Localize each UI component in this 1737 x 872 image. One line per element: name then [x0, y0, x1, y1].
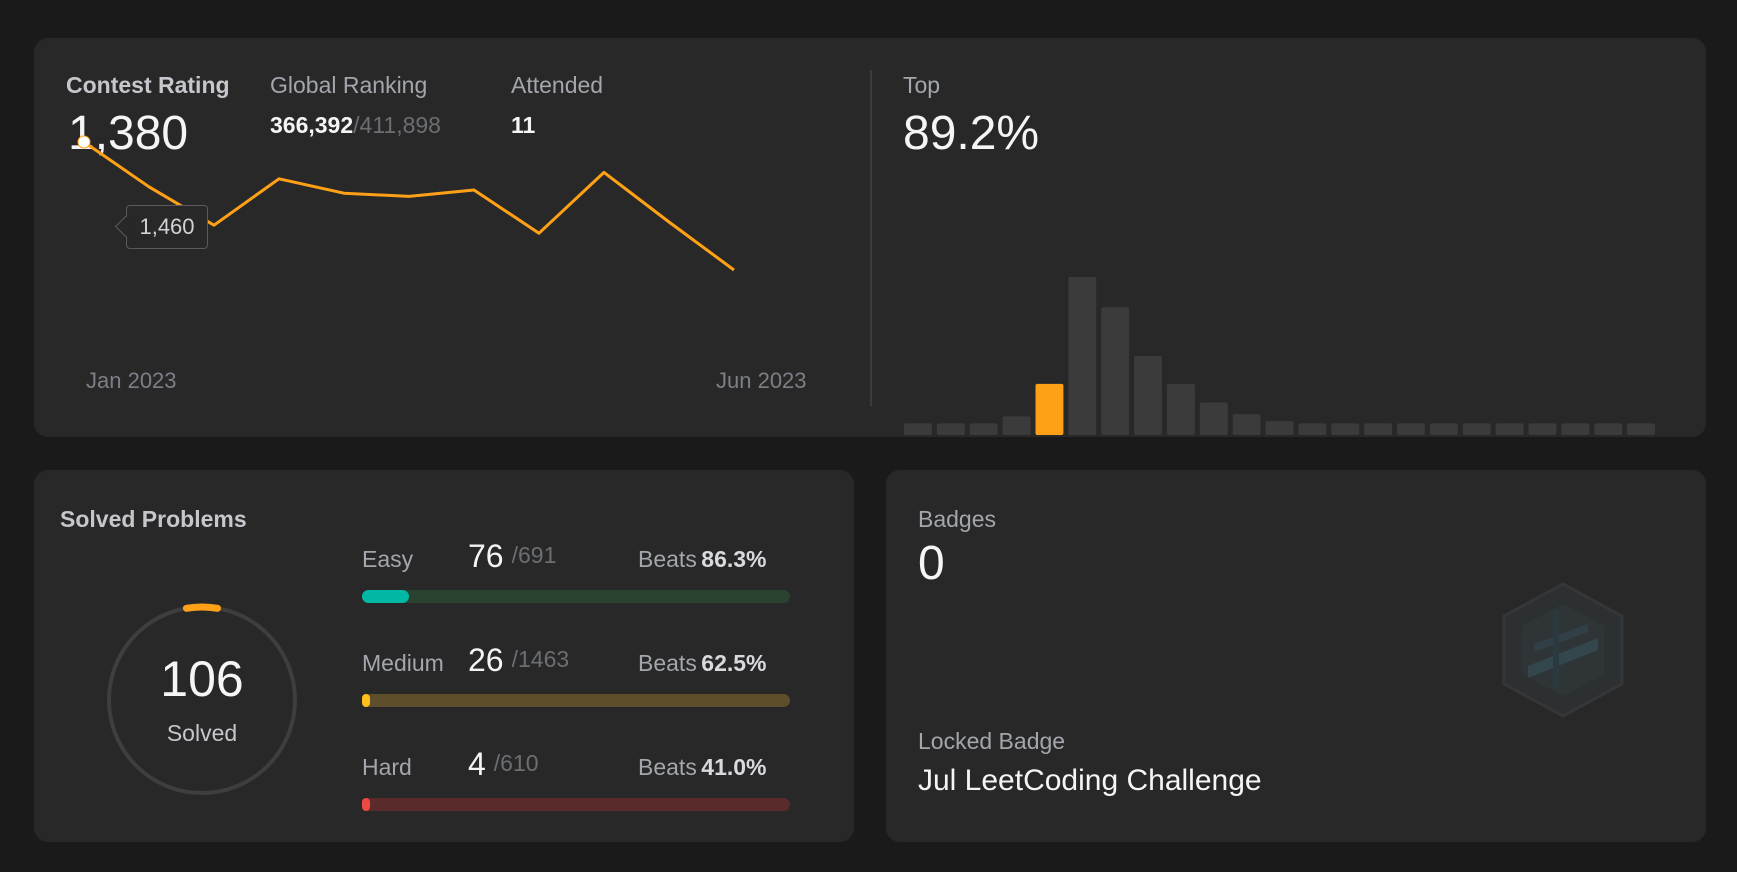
histogram-bar	[1167, 383, 1195, 435]
solved-problems-title: Solved Problems	[60, 506, 247, 532]
difficulty-count: 26	[468, 642, 504, 678]
difficulty-beats: Beats 86.3%	[638, 546, 767, 573]
histogram-bar	[1101, 307, 1130, 435]
difficulty-beats: Beats 41.0%	[638, 754, 767, 781]
histogram-bar	[1462, 423, 1491, 435]
difficulty-count: 4	[468, 746, 486, 782]
beats-label: Beats	[638, 546, 697, 572]
histogram-bar	[1134, 356, 1162, 435]
badges-card: Badges 0 Locked Badge Jul LeetCoding Cha…	[886, 470, 1706, 842]
difficulty-name: Medium	[362, 650, 444, 676]
histogram-bar	[1429, 423, 1458, 435]
beats-value: 41.0%	[701, 754, 767, 780]
difficulty-progress-fill	[362, 590, 410, 603]
histogram-bar	[1265, 421, 1294, 435]
difficulty-progress-track	[362, 590, 790, 603]
solved-problems-card: Solved Problems 106 Solved Easy 76/691 Bea…	[34, 470, 854, 842]
histogram-bar	[1199, 402, 1228, 435]
locked-badge-name[interactable]: Jul LeetCoding Challenge	[918, 764, 1262, 798]
histogram-bar	[1232, 414, 1261, 435]
badges-label: Badges	[918, 506, 997, 532]
rating-tooltip-value: 1,460	[139, 214, 195, 239]
contest-rating-card: Contest Rating 1,380 Global Ranking 366,…	[34, 38, 1706, 437]
difficulty-total: /691	[511, 542, 557, 568]
difficulty-total: /1463	[511, 646, 570, 672]
locked-badge-label: Locked Badge	[918, 728, 1066, 754]
histogram-bar	[936, 423, 965, 435]
histogram-bar	[1397, 423, 1425, 435]
histogram-bar-current	[1035, 383, 1064, 435]
top-percent-value: 89.2%	[903, 107, 1040, 160]
difficulty-name: Easy	[362, 546, 414, 572]
histogram-bar	[1331, 423, 1360, 435]
histogram-bar	[1068, 277, 1097, 435]
difficulty-name: Hard	[362, 754, 412, 780]
solved-label: Solved	[166, 720, 238, 746]
rating-tooltip: 1,460	[114, 205, 208, 249]
histogram-bar	[969, 423, 998, 435]
difficulty-beats: Beats 62.5%	[638, 650, 767, 677]
histogram-bar	[1495, 423, 1524, 435]
histogram-bar	[1364, 423, 1393, 435]
top-percent-label: Top	[903, 72, 941, 98]
locked-hexagon-badge-icon[interactable]	[1498, 580, 1628, 720]
histogram-bar	[1298, 423, 1327, 435]
card-divider	[870, 70, 872, 406]
solved-total: 106	[160, 651, 244, 707]
difficulty-progress-track	[362, 694, 790, 707]
histogram-bar	[1594, 423, 1623, 435]
beats-label: Beats	[638, 650, 697, 676]
beats-value: 62.5%	[701, 650, 767, 676]
rating-point-highlighted	[77, 135, 91, 149]
difficulty-progress-track	[362, 798, 790, 811]
x-tick-end: Jun 2023	[716, 368, 807, 393]
histogram-bar	[1627, 423, 1655, 435]
difficulty-total: /610	[493, 750, 539, 776]
difficulty-progress-fill	[362, 694, 370, 707]
histogram-bar	[1528, 423, 1557, 435]
rating-distribution-histogram[interactable]	[904, 188, 1704, 438]
difficulty-count: 76	[468, 538, 504, 574]
badges-count: 0	[918, 537, 945, 590]
histogram-bar	[904, 423, 932, 435]
x-tick-start: Jan 2023	[86, 368, 177, 393]
histogram-bar	[1561, 423, 1590, 435]
beats-value: 86.3%	[701, 546, 767, 572]
histogram-bar	[1002, 416, 1031, 435]
beats-label: Beats	[638, 754, 697, 780]
difficulty-progress-fill	[362, 798, 370, 811]
